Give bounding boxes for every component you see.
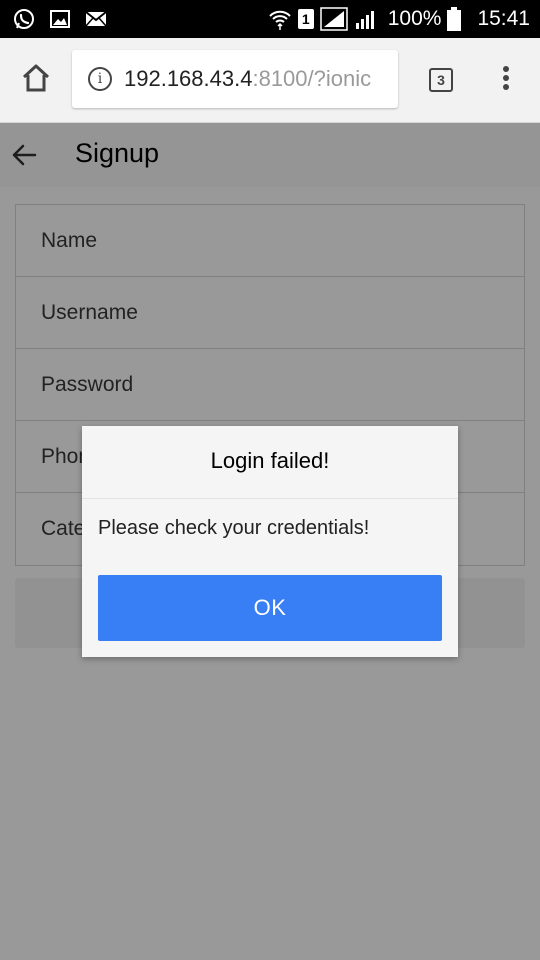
url-text[interactable]: 192.168.43.4:8100/?ionic: [124, 66, 371, 92]
battery-percent: 100%: [387, 7, 442, 30]
signal-icon: [355, 11, 374, 29]
url-port-path: :8100/?ionic: [252, 66, 372, 91]
alert-divider: [82, 498, 458, 499]
overflow-menu-icon[interactable]: [500, 66, 512, 94]
alert-dialog: Login failed! Please check your credenti…: [82, 426, 458, 657]
alert-message: Please check your credentials!: [98, 517, 370, 539]
whatsapp-icon: [14, 9, 34, 29]
url-host: 192.168.43.4: [124, 66, 253, 91]
sim-slot-badge: 1: [297, 9, 314, 29]
clock: 15:41: [477, 7, 530, 30]
home-icon[interactable]: [20, 62, 52, 94]
wifi-icon: [269, 10, 291, 30]
address-bar[interactable]: i 192.168.43.4:8100/?ionic: [72, 50, 398, 108]
gallery-icon: [50, 10, 70, 28]
signal-icon: [319, 7, 348, 31]
status-bar: 1 100% 15:41: [0, 0, 540, 38]
email-icon: [85, 11, 107, 27]
tab-switcher-button[interactable]: 3: [429, 68, 453, 92]
ok-button[interactable]: OK: [98, 575, 442, 641]
alert-title: Login failed!: [210, 448, 330, 473]
info-icon[interactable]: i: [88, 67, 112, 91]
battery-icon: [447, 7, 462, 31]
browser-toolbar: i 192.168.43.4:8100/?ionic 3: [0, 38, 540, 123]
